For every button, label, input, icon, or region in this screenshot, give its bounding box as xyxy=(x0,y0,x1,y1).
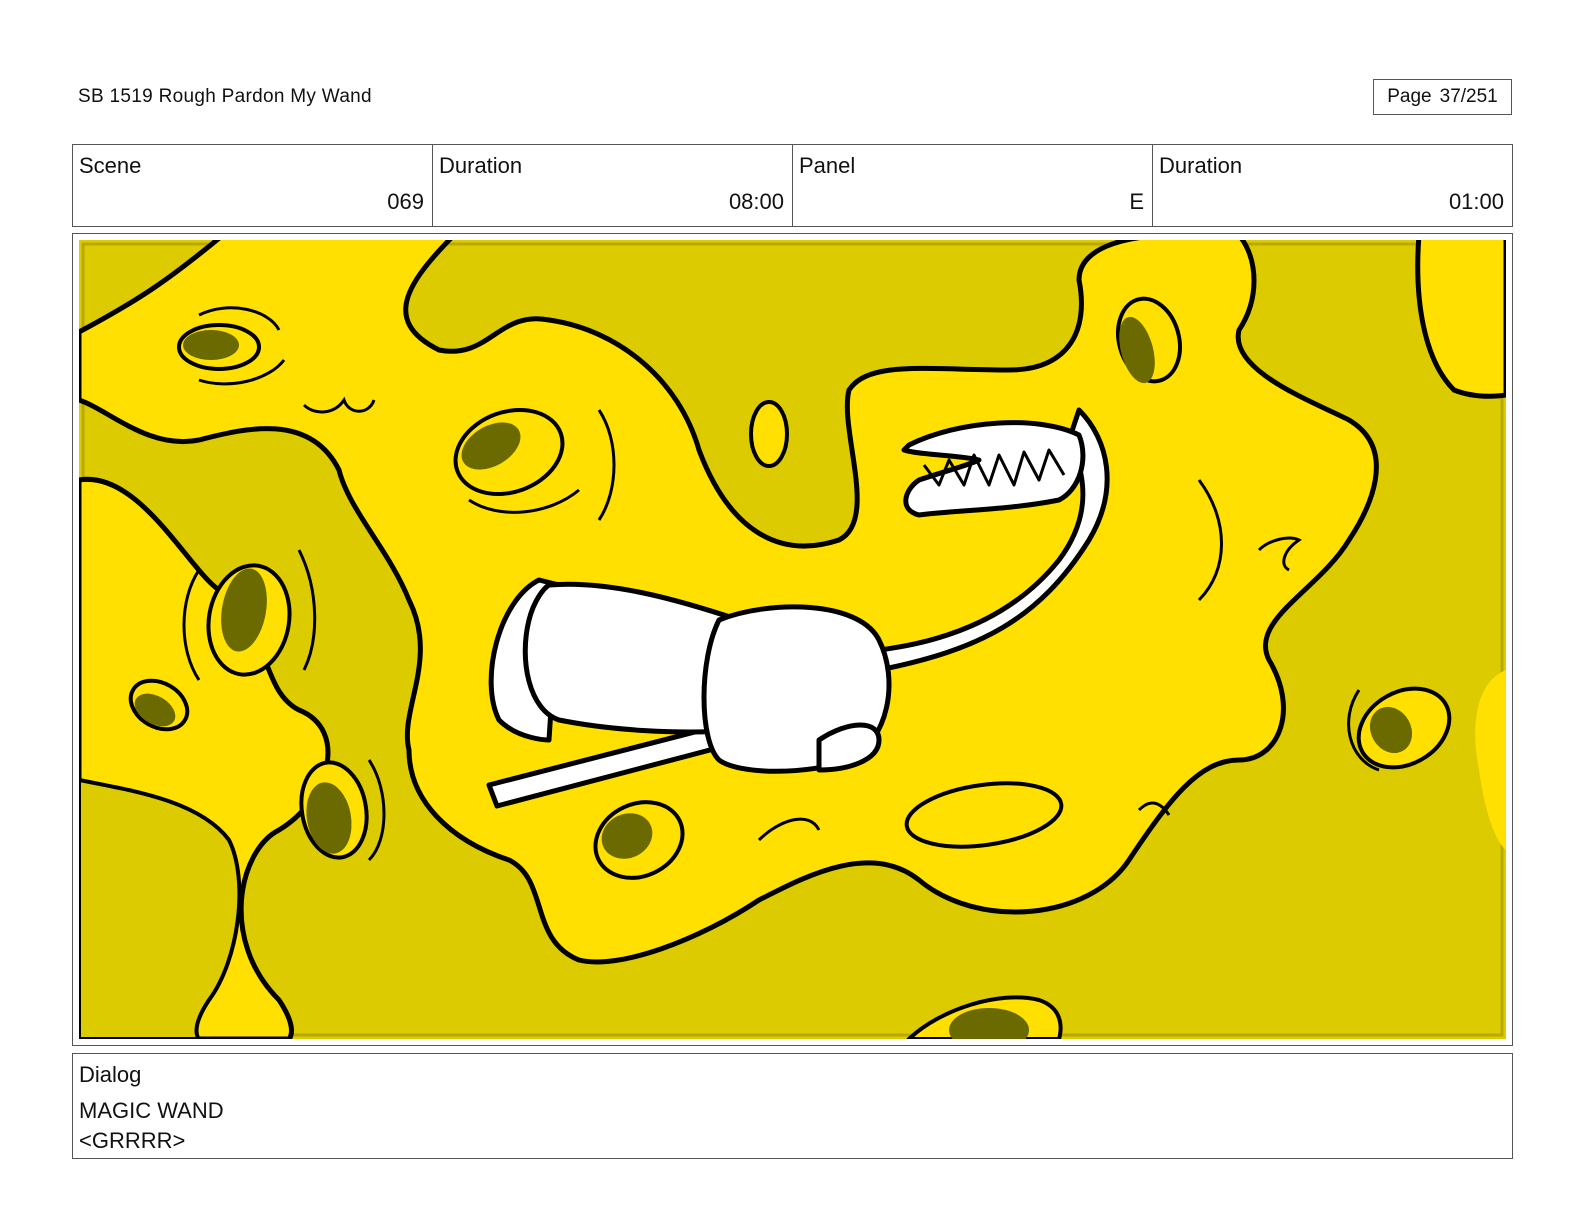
storyboard-panel xyxy=(72,233,1513,1046)
panel-duration-value: 01:00 xyxy=(1448,189,1504,214)
panel-cell: Panel E xyxy=(793,145,1153,226)
dialog-character: MAGIC WAND xyxy=(79,1098,224,1123)
page-indicator: Page 37/251 xyxy=(1373,79,1512,115)
panel-duration-cell: Duration 01:00 xyxy=(1153,145,1512,226)
scene-duration-label: Duration xyxy=(439,153,523,178)
panel-value: E xyxy=(1129,189,1144,214)
scene-cell: Scene 069 xyxy=(73,145,433,226)
storyboard-title: SB 1519 Rough Pardon My Wand xyxy=(78,86,372,107)
panel-duration-label: Duration xyxy=(1159,153,1243,178)
scene-label: Scene xyxy=(79,153,142,178)
page-label: Page xyxy=(1387,86,1432,107)
scene-info-table: Scene 069 Duration 08:00 Panel E Duratio… xyxy=(72,144,1513,227)
scene-value: 069 xyxy=(387,189,424,214)
scene-duration-cell: Duration 08:00 xyxy=(433,145,793,226)
scene-duration-value: 08:00 xyxy=(728,189,784,214)
panel-label: Panel xyxy=(799,153,856,178)
dialog-label: Dialog xyxy=(79,1062,142,1087)
page-number: 37/251 xyxy=(1439,86,1498,107)
dialog-line: <GRRRR> xyxy=(79,1128,186,1153)
panel-drawing xyxy=(79,240,1506,1039)
dialog-box: Dialog MAGIC WAND <GRRRR> xyxy=(72,1053,1513,1159)
